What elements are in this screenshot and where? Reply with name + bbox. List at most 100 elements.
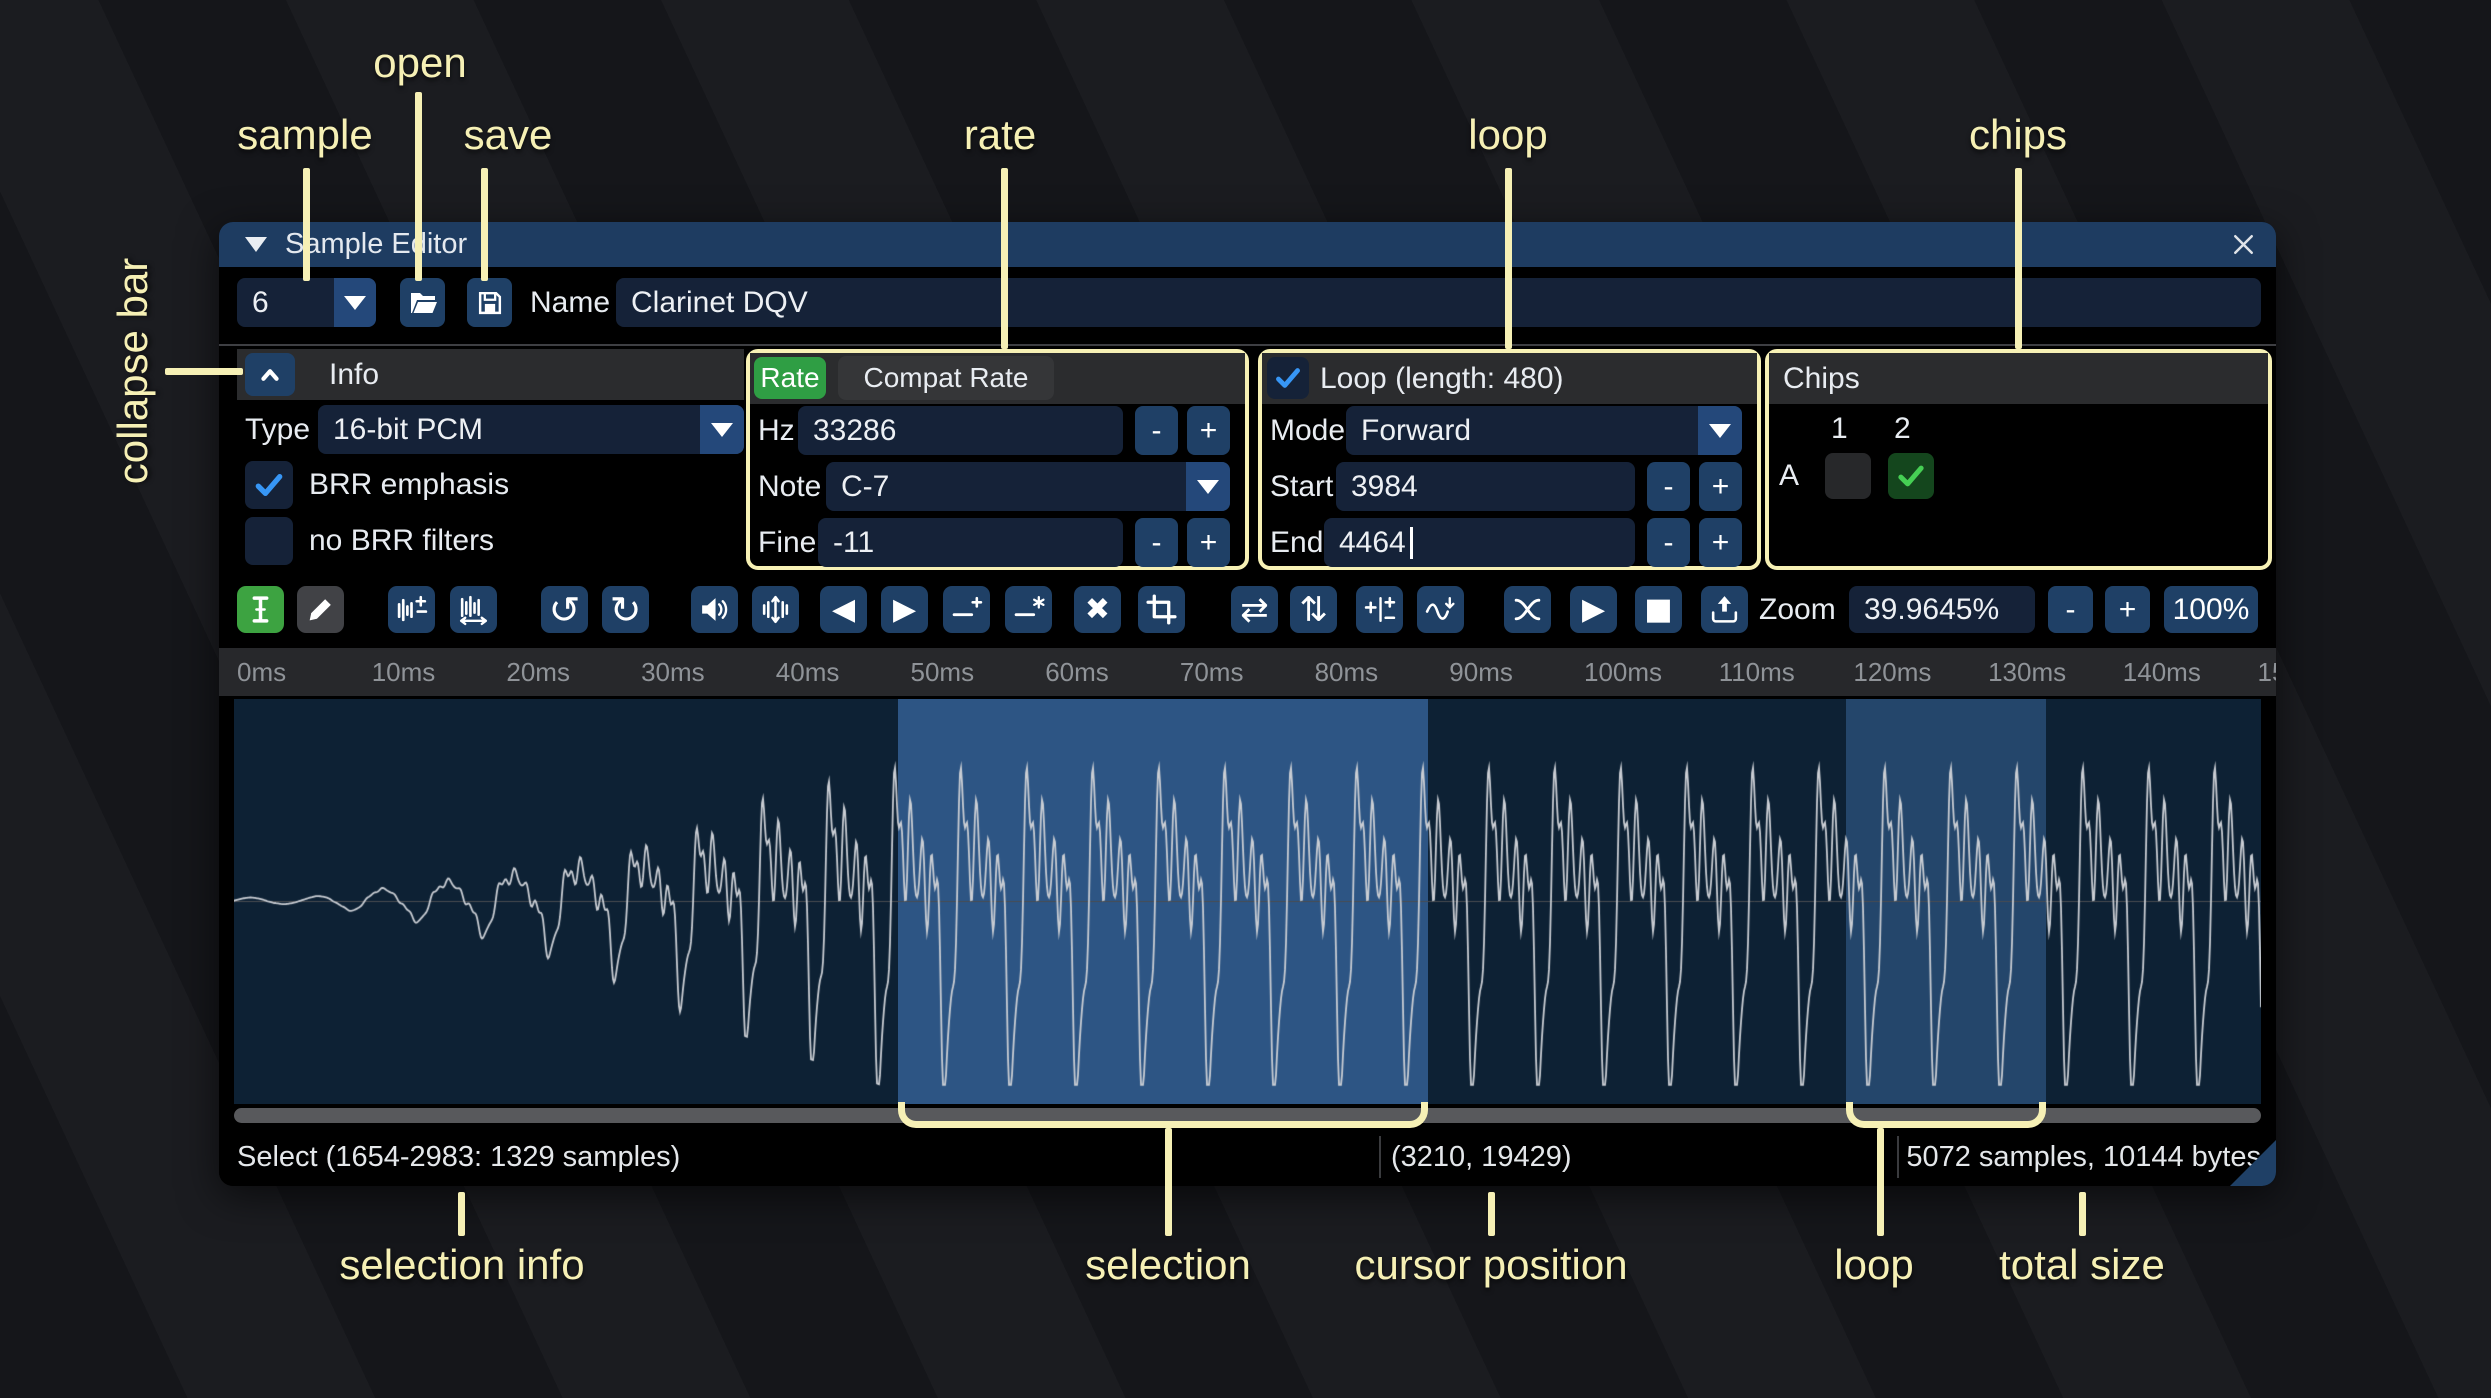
loop-start-label: Start	[1270, 469, 1334, 503]
chip-1-checkbox[interactable]	[1825, 453, 1871, 499]
folder-open-icon	[410, 292, 437, 313]
annotation-line-sample	[303, 168, 310, 281]
chip-2-checkbox[interactable]	[1888, 453, 1934, 499]
info-panel-title: Info	[329, 357, 380, 391]
ruler-label: 50ms	[910, 657, 975, 687]
chevron-down-icon[interactable]	[1186, 462, 1230, 511]
chevron-down-icon[interactable]	[1698, 406, 1742, 455]
zoom-reset-button[interactable]: 100%	[2164, 586, 2258, 633]
crossfade-button[interactable]	[1504, 586, 1551, 633]
loop-start-increment-button[interactable]: +	[1699, 462, 1742, 511]
collapse-bar-button[interactable]	[245, 353, 295, 396]
resample-button[interactable]	[450, 586, 497, 633]
silence-plus-icon	[950, 593, 983, 626]
zoom-out-button[interactable]: -	[2048, 586, 2093, 633]
divider	[219, 344, 2276, 346]
sample-select[interactable]: 6	[237, 278, 376, 327]
normalize-button[interactable]	[752, 586, 799, 633]
signedness-button[interactable]	[1356, 586, 1403, 633]
type-dropdown[interactable]: 16-bit PCM	[318, 405, 744, 454]
info-panel-header: Info	[237, 349, 744, 400]
annotation-bracket-selection	[898, 1102, 1428, 1128]
play-button[interactable]: ▶	[1570, 586, 1617, 633]
no-brr-filters-checkbox[interactable]	[245, 517, 293, 565]
fine-decrement-button[interactable]: -	[1135, 518, 1178, 567]
annotation-bracket-loop	[1846, 1102, 2046, 1128]
fade-in-icon: ◀	[831, 591, 856, 627]
insert-silence-button[interactable]	[943, 586, 990, 633]
resize-grip[interactable]	[2230, 1140, 2276, 1186]
ruler-label: 0ms	[237, 657, 287, 687]
invert-button[interactable]: ⇅	[1290, 586, 1337, 633]
loop-end-label: End	[1270, 525, 1324, 559]
waveform-canvas	[234, 699, 2261, 1104]
save-button[interactable]	[467, 278, 512, 327]
chevron-down-icon[interactable]	[334, 278, 376, 327]
compat-rate-tab[interactable]: Compat Rate	[838, 356, 1054, 400]
open-button[interactable]	[400, 278, 445, 327]
fine-increment-button[interactable]: +	[1187, 518, 1230, 567]
stop-button[interactable]: ■	[1635, 586, 1682, 633]
apply-silence-button[interactable]	[1005, 586, 1052, 633]
loop-end-decrement-button[interactable]: -	[1647, 518, 1690, 567]
chips-panel: Chips 1 2 A	[1765, 349, 2272, 570]
reverse-button[interactable]: ⇄	[1231, 586, 1278, 633]
redo-button[interactable]: ↻	[602, 586, 649, 633]
draw-tool-button[interactable]	[297, 586, 344, 633]
annotation-total-size: total size	[1999, 1241, 2165, 1288]
silence-star-icon	[1012, 593, 1045, 626]
delete-button[interactable]: ✖	[1074, 586, 1121, 633]
window-collapse-icon[interactable]	[245, 237, 267, 252]
hz-increment-button[interactable]: +	[1187, 406, 1230, 455]
undo-icon: ↺	[548, 587, 581, 632]
crop-icon	[1145, 593, 1178, 626]
ruler-label: 140ms	[2122, 657, 2201, 687]
note-dropdown[interactable]: C-7	[826, 462, 1230, 511]
fade-in-button[interactable]: ◀	[820, 586, 867, 633]
export-button[interactable]	[1701, 586, 1748, 633]
loop-enable-checkbox[interactable]	[1267, 357, 1309, 399]
info-panel: Info Type 16-bit PCM BRR emphasis no BRR…	[237, 349, 744, 570]
annotation-line-rate	[1001, 168, 1008, 349]
annotation-line-total-size	[2079, 1192, 2086, 1236]
amplify-button[interactable]	[691, 586, 738, 633]
annotation-selection: selection	[1085, 1241, 1251, 1288]
trim-button[interactable]	[1138, 586, 1185, 633]
stop-icon: ■	[1644, 591, 1673, 627]
annotation-line-selection-info	[458, 1192, 465, 1236]
zoom-input[interactable]: 39.9645%	[1849, 586, 2035, 633]
close-icon[interactable]	[2227, 228, 2260, 261]
ibeam-icon	[244, 593, 277, 626]
loop-start-input[interactable]: 3984	[1336, 462, 1635, 511]
fine-input[interactable]: -11	[818, 518, 1123, 567]
undo-button[interactable]: ↺	[541, 586, 588, 633]
fade-out-button[interactable]: ▶	[881, 586, 928, 633]
select-tool-button[interactable]	[237, 586, 284, 633]
timeline-ruler[interactable]: 0ms 10ms 20ms 30ms 40ms 50ms 60ms 70ms 80ms 90ms 1…	[219, 648, 2276, 696]
pencil-icon	[304, 593, 337, 626]
total-size-text: 5072 samples, 10144 bytes	[1906, 1140, 2261, 1173]
loop-mode-dropdown[interactable]: Forward	[1346, 406, 1742, 455]
window-titlebar[interactable]: Sample Editor	[219, 222, 2276, 267]
loop-end-increment-button[interactable]: +	[1699, 518, 1742, 567]
loop-panel-title: Loop (length: 480)	[1320, 361, 1564, 395]
waveform-view[interactable]	[234, 699, 2261, 1104]
hz-decrement-button[interactable]: -	[1135, 406, 1178, 455]
loop-start-decrement-button[interactable]: -	[1647, 462, 1690, 511]
zoom-in-button[interactable]: +	[2105, 586, 2150, 633]
chips-panel-header: Chips	[1769, 353, 2268, 404]
filter-button[interactable]	[1417, 586, 1464, 633]
ruler-label: 80ms	[1314, 657, 1379, 687]
sample-editor-window: Sample Editor 6 Name Clarinet DQV Info T…	[219, 222, 2276, 1186]
annotation-rate: rate	[963, 111, 1037, 158]
chevron-down-icon[interactable]	[700, 405, 744, 454]
hz-input[interactable]: 33286	[798, 406, 1123, 455]
brr-emphasis-checkbox[interactable]	[245, 461, 293, 509]
rate-tab[interactable]: Rate	[754, 357, 826, 399]
wave-stretch-icon	[457, 593, 490, 626]
resize-button[interactable]	[388, 586, 435, 633]
annotation-line-save	[481, 168, 488, 281]
loop-end-input[interactable]: 4464	[1324, 518, 1635, 567]
chevron-up-icon	[261, 368, 279, 381]
status-bar: Select (1654-2983: 1329 samples) (3210, …	[219, 1128, 2276, 1186]
